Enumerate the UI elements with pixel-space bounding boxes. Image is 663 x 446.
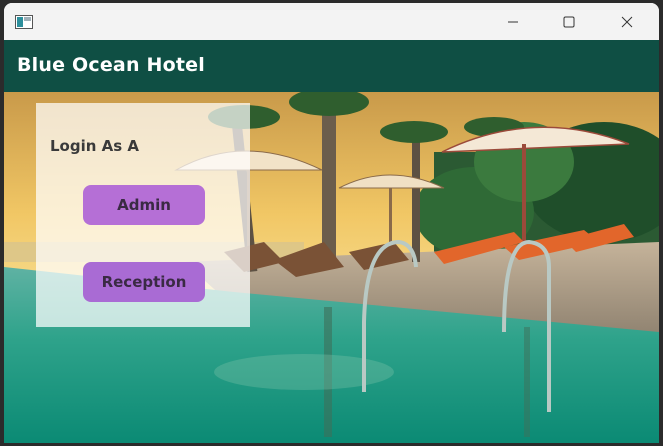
app-icon xyxy=(15,14,33,29)
maximize-button[interactable] xyxy=(546,3,592,40)
admin-button[interactable]: Admin xyxy=(83,185,205,225)
close-icon xyxy=(621,16,633,27)
app-window: Blue Ocean Hotel Login As A Admin Recept… xyxy=(4,3,659,443)
reception-button[interactable]: Reception xyxy=(83,262,205,302)
close-button[interactable] xyxy=(604,3,650,40)
minimize-button[interactable] xyxy=(490,3,536,40)
login-panel: Login As A Admin Reception xyxy=(36,103,250,327)
title-bar xyxy=(4,3,659,40)
login-prompt: Login As A xyxy=(50,137,140,155)
minimize-icon xyxy=(508,21,518,22)
app-header: Blue Ocean Hotel xyxy=(4,40,659,92)
maximize-icon xyxy=(563,16,575,27)
app-title: Blue Ocean Hotel xyxy=(17,54,205,76)
